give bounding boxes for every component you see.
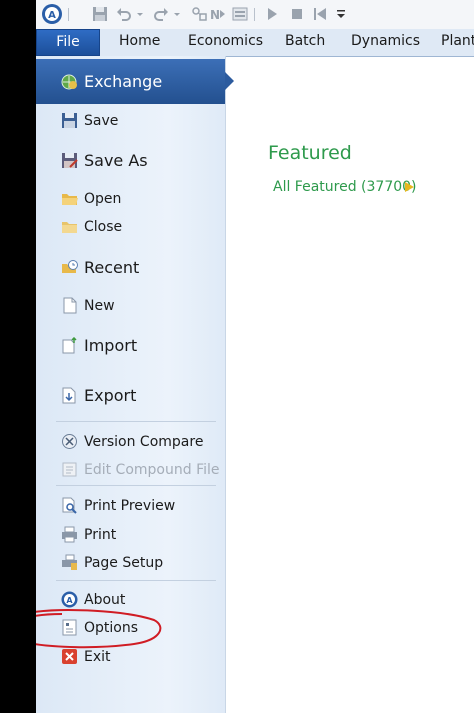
selected-pointer	[225, 72, 234, 90]
options-menu-item[interactable]: Options	[36, 615, 225, 641]
edit-compound-file-menu-item[interactable]: Edit Compound File	[36, 457, 225, 483]
expand-arrow-icon[interactable]	[405, 182, 414, 192]
export-label: Export	[84, 386, 137, 405]
undo-icon[interactable]	[116, 6, 132, 22]
print-label: Print	[84, 527, 117, 543]
print-preview-menu-item[interactable]: Print Preview	[36, 493, 225, 519]
edit-compound-file-label: Edit Compound File	[84, 462, 220, 478]
save-icon	[62, 113, 77, 128]
print-menu-item[interactable]: Print	[36, 522, 225, 548]
save-icon[interactable]	[92, 6, 108, 22]
redo-dropdown-icon[interactable]	[173, 6, 181, 22]
new-document-icon	[63, 297, 77, 314]
tab-economics[interactable]: Economics	[188, 29, 263, 56]
menu-divider	[56, 421, 216, 422]
exchange-label: Exchange	[84, 72, 163, 91]
redo-icon[interactable]	[153, 6, 169, 22]
stop-icon[interactable]	[289, 6, 305, 22]
about-app-icon: A	[61, 591, 78, 608]
tab-dynamics[interactable]: Dynamics	[351, 29, 420, 56]
run-icon[interactable]	[264, 6, 280, 22]
version-compare-label: Version Compare	[84, 434, 204, 450]
ribbon-tab-bar: File Home Economics Batch Dynamics Plant	[36, 29, 474, 57]
options-label: Options	[84, 620, 139, 636]
save-label: Save	[84, 113, 119, 129]
new-menu-item[interactable]: New	[36, 293, 225, 319]
app-logo-icon[interactable]: A	[41, 3, 63, 25]
exchange-icon	[61, 74, 77, 90]
customize-toolbar-icon[interactable]	[336, 6, 346, 22]
backstage-menu: Exchange Save Save As Open Close Recent …	[36, 56, 234, 713]
reset-icon[interactable]	[312, 6, 328, 22]
import-label: Import	[84, 336, 138, 355]
control-panel-icon[interactable]	[232, 6, 248, 22]
page-setup-icon	[62, 554, 77, 570]
exit-menu-item[interactable]: Exit	[36, 644, 225, 670]
exchange-menu-item[interactable]: Exchange	[36, 59, 234, 104]
open-label: Open	[84, 191, 122, 207]
open-menu-item[interactable]: Open	[36, 186, 225, 212]
about-menu-item[interactable]: A About	[36, 587, 225, 613]
save-menu-item[interactable]: Save	[36, 108, 225, 134]
close-folder-icon	[62, 222, 77, 233]
recent-icon	[62, 260, 78, 273]
tab-plant[interactable]: Plant	[441, 29, 474, 56]
print-preview-icon	[62, 497, 77, 514]
save-as-menu-item[interactable]: Save As	[36, 148, 225, 174]
next-step-icon[interactable]: N	[210, 6, 226, 22]
menu-divider	[56, 580, 216, 581]
exit-label: Exit	[84, 649, 111, 665]
tab-home[interactable]: Home	[119, 29, 160, 56]
version-compare-icon	[62, 434, 77, 449]
options-icon	[62, 619, 77, 636]
page-setup-label: Page Setup	[84, 555, 164, 571]
page-setup-menu-item[interactable]: Page Setup	[36, 550, 225, 576]
import-icon	[62, 337, 77, 354]
toolbar-separator	[254, 8, 255, 21]
recent-label: Recent	[84, 258, 140, 277]
save-as-icon	[62, 153, 78, 168]
svg-text:A: A	[66, 596, 73, 605]
all-featured-link[interactable]: All Featured (37700)	[273, 179, 417, 195]
close-menu-item[interactable]: Close	[36, 214, 225, 240]
export-icon	[62, 387, 76, 404]
undo-dropdown-icon[interactable]	[136, 6, 144, 22]
edit-compound-file-icon	[62, 462, 77, 477]
printer-icon	[62, 526, 77, 543]
flowsheet-icon[interactable]	[191, 6, 207, 22]
export-menu-item[interactable]: Export	[36, 383, 225, 409]
new-label: New	[84, 298, 115, 314]
svg-text:N: N	[210, 8, 220, 22]
quick-access-toolbar: A N	[36, 0, 474, 30]
tab-file[interactable]: File	[36, 29, 100, 56]
save-as-label: Save As	[84, 151, 148, 170]
featured-heading: Featured	[268, 142, 352, 164]
open-folder-icon	[62, 194, 78, 205]
print-preview-label: Print Preview	[84, 498, 176, 514]
recent-menu-item[interactable]: Recent	[36, 255, 225, 281]
toolbar-separator	[68, 8, 69, 21]
about-label: About	[84, 592, 126, 608]
version-compare-menu-item[interactable]: Version Compare	[36, 429, 225, 455]
tab-batch[interactable]: Batch	[285, 29, 325, 56]
application-window: A N File Home Economics Batch Dynamics P…	[36, 0, 474, 713]
menu-divider	[56, 485, 216, 486]
exit-icon	[62, 649, 77, 664]
import-menu-item[interactable]: Import	[36, 333, 225, 359]
svg-text:A: A	[48, 10, 56, 21]
close-label: Close	[84, 219, 123, 235]
